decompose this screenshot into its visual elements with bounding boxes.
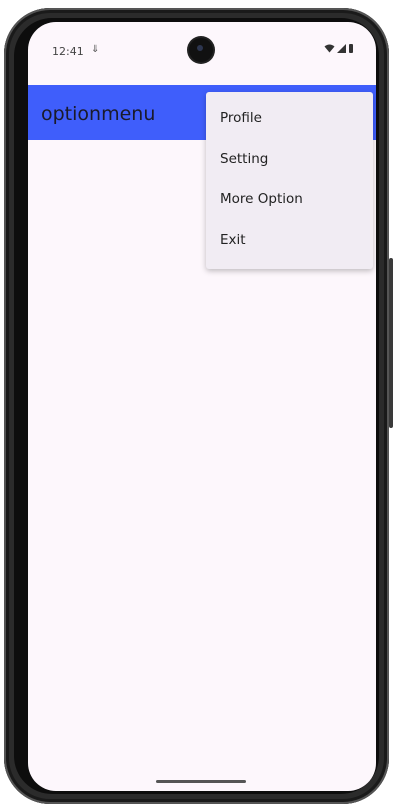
app-title: optionmenu — [41, 103, 156, 125]
status-bar: 12:41 ⇓ — [28, 22, 376, 84]
status-icons — [324, 44, 354, 53]
status-time: 12:41 — [52, 45, 84, 58]
front-camera — [189, 38, 213, 62]
usb-icon: ⇓ — [91, 44, 100, 55]
menu-item-profile[interactable]: Profile — [206, 98, 373, 139]
menu-item-setting[interactable]: Setting — [206, 139, 373, 180]
battery-icon — [349, 44, 353, 53]
options-menu: Profile Setting More Option Exit — [206, 92, 373, 269]
home-indicator[interactable] — [156, 780, 246, 783]
screen: 12:41 ⇓ optionmenu Profile Setting More … — [28, 22, 376, 791]
power-button — [389, 258, 393, 428]
menu-item-more-option[interactable]: More Option — [206, 179, 373, 220]
signal-icon — [337, 44, 346, 53]
wifi-icon — [324, 44, 335, 53]
menu-item-exit[interactable]: Exit — [206, 220, 373, 261]
